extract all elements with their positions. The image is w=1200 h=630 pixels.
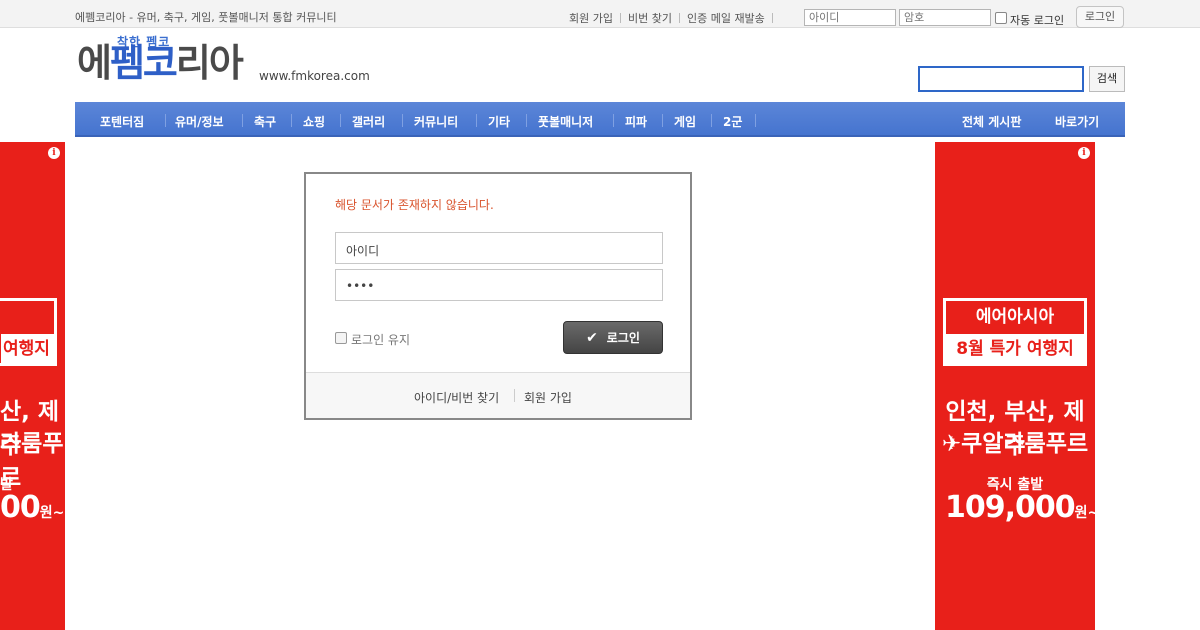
nav-item-fifa[interactable]: 피파 [625,113,647,130]
nav-divider [613,114,614,127]
nav-divider [662,114,663,127]
nav-item-football-manager[interactable]: 풋볼매니저 [538,113,593,130]
nav-item-2gun[interactable]: 2군 [723,113,742,130]
auto-login-checkbox[interactable] [995,12,1007,24]
top-login-button[interactable]: 로그인 [1076,6,1124,28]
logo-wordmark: 에펨코리아 [77,41,244,85]
nav-divider [526,114,527,127]
ad-destinations-2: ✈쿠알라룸푸르 [941,431,1089,457]
ad-info-icon[interactable]: i [1078,147,1090,159]
nav-item-soccer[interactable]: 축구 [254,113,276,130]
ad-promo: 여행지 [1,334,57,364]
nav-divider [291,114,292,127]
top-id-input[interactable] [804,9,896,26]
ad-price: 109,000원~ [945,490,1095,525]
ad-brand: 시아 [0,302,65,327]
nav-item-poten[interactable]: 포텐터짐 [100,113,144,130]
top-password-input[interactable] [899,9,991,26]
login-button-label: 로그인 [606,331,640,345]
logo-url: www.fmkorea.com [259,69,370,83]
search-input[interactable] [918,66,1084,92]
nav-divider [711,114,712,127]
top-divider [678,13,680,23]
ad-info-icon[interactable]: i [48,147,60,159]
nav-divider [476,114,477,127]
main-nav: 포텐터짐 유머/정보 축구 쇼핑 갤러리 커뮤니티 기타 풋볼매니저 피파 게임… [75,102,1125,137]
error-message: 해당 문서가 존재하지 않습니다. [335,198,494,212]
resend-verification-link[interactable]: 인증 메일 재발송 [687,10,765,26]
login-panel: 해당 문서가 존재하지 않습니다. 아이디 •••• 로그인 유지 ✔ 로그인 … [304,172,692,420]
checkmark-icon: ✔ [586,329,598,346]
login-password-field[interactable]: •••• [335,269,663,301]
nav-divider [165,114,166,127]
left-banner-ad[interactable]: 시아 여행지 산, 제주 라룸푸르 발 00원~ i [0,142,65,630]
nav-item-humor[interactable]: 유머/정보 [175,113,224,130]
nav-item-community[interactable]: 커뮤니티 [414,113,458,130]
top-divider [619,13,621,23]
nav-item-all-boards[interactable]: 전체 게시판 [962,113,1021,130]
nav-item-gallery[interactable]: 갤러리 [352,113,385,130]
nav-divider [402,114,403,127]
nav-divider [755,114,756,127]
login-footer: 아이디/비번 찾기 회원 가입 [306,372,690,418]
nav-item-shopping[interactable]: 쇼핑 [303,113,325,130]
search-button[interactable]: 검색 [1089,66,1125,92]
nav-item-game[interactable]: 게임 [674,113,696,130]
ad-promo: 8월 특가 여행지 [943,334,1087,364]
keep-login-checkbox[interactable] [335,332,347,344]
find-password-link[interactable]: 비번 찾기 [628,10,672,26]
nav-divider [242,114,243,127]
right-banner-ad[interactable]: 에어아시아 8월 특가 여행지 인천, 부산, 제주 ✈쿠알라룸푸르 즉시 출발… [935,142,1095,630]
find-account-link[interactable]: 아이디/비번 찾기 [414,389,499,406]
nav-item-etc[interactable]: 기타 [488,113,510,130]
ad-brand: 에어아시아 [975,307,1055,327]
nav-item-shortcuts[interactable]: 바로가기 [1055,113,1099,130]
login-button[interactable]: ✔ 로그인 [563,321,663,354]
site-tagline: 에펨코리아 - 유머, 축구, 게임, 풋볼매니저 통합 커뮤니티 [75,11,337,24]
ad-price: 00원~ [0,490,65,525]
keep-login-label: 로그인 유지 [351,333,411,347]
top-links: 회원 가입 비번 찾기 인증 메일 재발송 [569,10,780,26]
auto-login-label: 자동 로그인 [1010,14,1065,27]
signup-link[interactable]: 회원 가입 [569,10,613,26]
footer-divider [514,389,515,402]
nav-divider [340,114,341,127]
signup-link[interactable]: 회원 가입 [524,389,572,406]
top-divider [771,13,773,23]
login-id-field[interactable]: 아이디 [335,232,663,264]
top-bar: 에펨코리아 - 유머, 축구, 게임, 풋볼매니저 통합 커뮤니티 회원 가입 … [0,0,1200,28]
